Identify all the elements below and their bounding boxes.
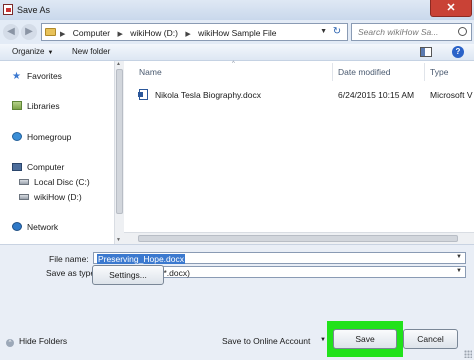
refresh-icon[interactable]: ↻ <box>330 26 344 38</box>
cancel-button[interactable]: Cancel <box>403 329 458 349</box>
sort-indicator-icon: ^ <box>232 61 235 67</box>
nav-item-network[interactable]: Network <box>12 222 58 232</box>
homegroup-icon <box>12 132 22 141</box>
chevron-down-icon[interactable]: ▼ <box>456 254 462 260</box>
search-placeholder: Search wikiHow Sa... <box>358 27 439 37</box>
close-button[interactable]: ✕ <box>430 0 472 17</box>
column-divider[interactable] <box>424 63 425 81</box>
nav-item-label: Favorites <box>26 71 62 81</box>
address-row: ◀ ▶ ▶ Computer ▶ wikiHow (D:) ▶ wikiHow … <box>0 20 474 44</box>
nav-item-homegroup[interactable]: Homegroup <box>12 132 71 142</box>
nav-item-local-disc[interactable]: Local Disc (C:) <box>19 177 90 187</box>
column-header-type[interactable]: Type <box>430 67 448 77</box>
toolbar: Organize ▼ New folder ? <box>0 44 474 61</box>
breadcrumb-sample-file[interactable]: wikiHow Sample File <box>198 28 276 38</box>
breadcrumb-separator: ▶ <box>60 31 66 38</box>
nav-item-computer[interactable]: Computer <box>12 162 64 172</box>
file-name-label: File name: <box>49 254 89 264</box>
column-header-name[interactable]: Name <box>139 67 162 77</box>
save-button[interactable]: Save <box>333 329 397 349</box>
nav-item-libraries[interactable]: Libraries <box>12 101 60 111</box>
chevron-down-icon[interactable]: ▼ <box>456 268 462 274</box>
window-title: Save As <box>17 5 51 15</box>
address-dropdown-icon[interactable]: ▼ <box>320 28 327 35</box>
scroll-down-icon[interactable]: ▼ <box>116 237 121 243</box>
table-row[interactable]: Nikola Tesla Biography.docx 6/24/2015 10… <box>138 88 473 102</box>
column-divider[interactable] <box>332 63 333 81</box>
file-date-modified: 6/24/2015 10:15 AM <box>338 90 415 100</box>
nav-item-label: Computer <box>27 162 65 172</box>
breadcrumb-separator[interactable]: ▶ <box>117 31 122 38</box>
nav-item-label: wikiHow (D:) <box>34 192 82 202</box>
organize-label: Organize <box>12 47 45 56</box>
nav-item-label: Homegroup <box>27 132 72 142</box>
nav-item-favorites[interactable]: ★ Favorites <box>12 71 62 82</box>
hide-folders-button[interactable]: ^ Hide Folders <box>6 336 67 347</box>
nav-item-label: Libraries <box>27 101 60 111</box>
search-icon[interactable] <box>458 27 467 36</box>
breadcrumb-separator[interactable]: ▶ <box>185 31 190 38</box>
nav-item-label: Network <box>27 222 59 232</box>
save-as-type-label: Save as type: <box>46 268 98 278</box>
breadcrumb-wikihow-drive[interactable]: wikiHow (D:) <box>130 28 178 38</box>
settings-button[interactable]: Settings... <box>92 265 164 285</box>
file-type: Microsoft V <box>430 90 473 100</box>
address-bar[interactable]: ▶ Computer ▶ wikiHow (D:) ▶ wikiHow Samp… <box>41 23 348 41</box>
scrollbar-thumb[interactable] <box>138 235 458 242</box>
app-icon <box>3 4 13 15</box>
file-list-scrollbar[interactable] <box>124 232 474 244</box>
title-bar: Save As ✕ <box>0 0 474 20</box>
forward-button[interactable]: ▶ <box>21 24 37 40</box>
scrollbar-thumb[interactable] <box>116 69 123 214</box>
file-name-field[interactable]: Preserving_Hope.docx ▼ <box>93 252 466 264</box>
breadcrumb: ▶ Computer ▶ wikiHow (D:) ▶ wikiHow Samp… <box>60 28 277 38</box>
chevron-down-icon[interactable]: ▼ <box>320 337 326 343</box>
word-document-icon <box>138 89 148 100</box>
file-list: ^ Name Date modified Type Nikola Tesla B… <box>124 61 474 244</box>
help-icon[interactable]: ? <box>452 46 464 58</box>
folder-icon <box>45 28 56 36</box>
organize-button[interactable]: Organize ▼ <box>12 47 53 56</box>
disk-icon <box>19 194 29 200</box>
network-icon <box>12 222 22 231</box>
computer-icon <box>12 163 22 171</box>
disk-icon <box>19 179 29 185</box>
resize-grip[interactable] <box>464 350 472 358</box>
file-name: Nikola Tesla Biography.docx <box>155 90 261 100</box>
file-name-value: Preserving_Hope.docx <box>97 254 185 264</box>
libraries-icon <box>12 101 22 110</box>
navigation-pane: ★ Favorites Libraries Homegroup Computer … <box>0 61 114 244</box>
star-icon: ★ <box>12 71 21 82</box>
scroll-up-icon[interactable]: ▲ <box>116 61 121 67</box>
save-online-account-button[interactable]: Save to Online Account <box>222 336 310 346</box>
breadcrumb-computer[interactable]: Computer <box>73 28 110 38</box>
nav-pane-scrollbar[interactable]: ▲ ▼ <box>114 61 124 244</box>
search-input[interactable]: Search wikiHow Sa... <box>351 23 472 41</box>
collapse-icon: ^ <box>6 339 14 347</box>
new-folder-button[interactable]: New folder <box>72 47 110 56</box>
nav-item-label: Local Disc (C:) <box>34 177 90 187</box>
nav-item-wikihow-drive[interactable]: wikiHow (D:) <box>19 192 82 202</box>
save-form: File name: Preserving_Hope.docx ▼ Save a… <box>0 244 474 360</box>
column-header-date-modified[interactable]: Date modified <box>338 67 390 77</box>
view-options-icon[interactable] <box>420 47 432 57</box>
hide-folders-label: Hide Folders <box>19 336 68 346</box>
back-button[interactable]: ◀ <box>3 24 19 40</box>
chevron-down-icon: ▼ <box>47 50 54 56</box>
